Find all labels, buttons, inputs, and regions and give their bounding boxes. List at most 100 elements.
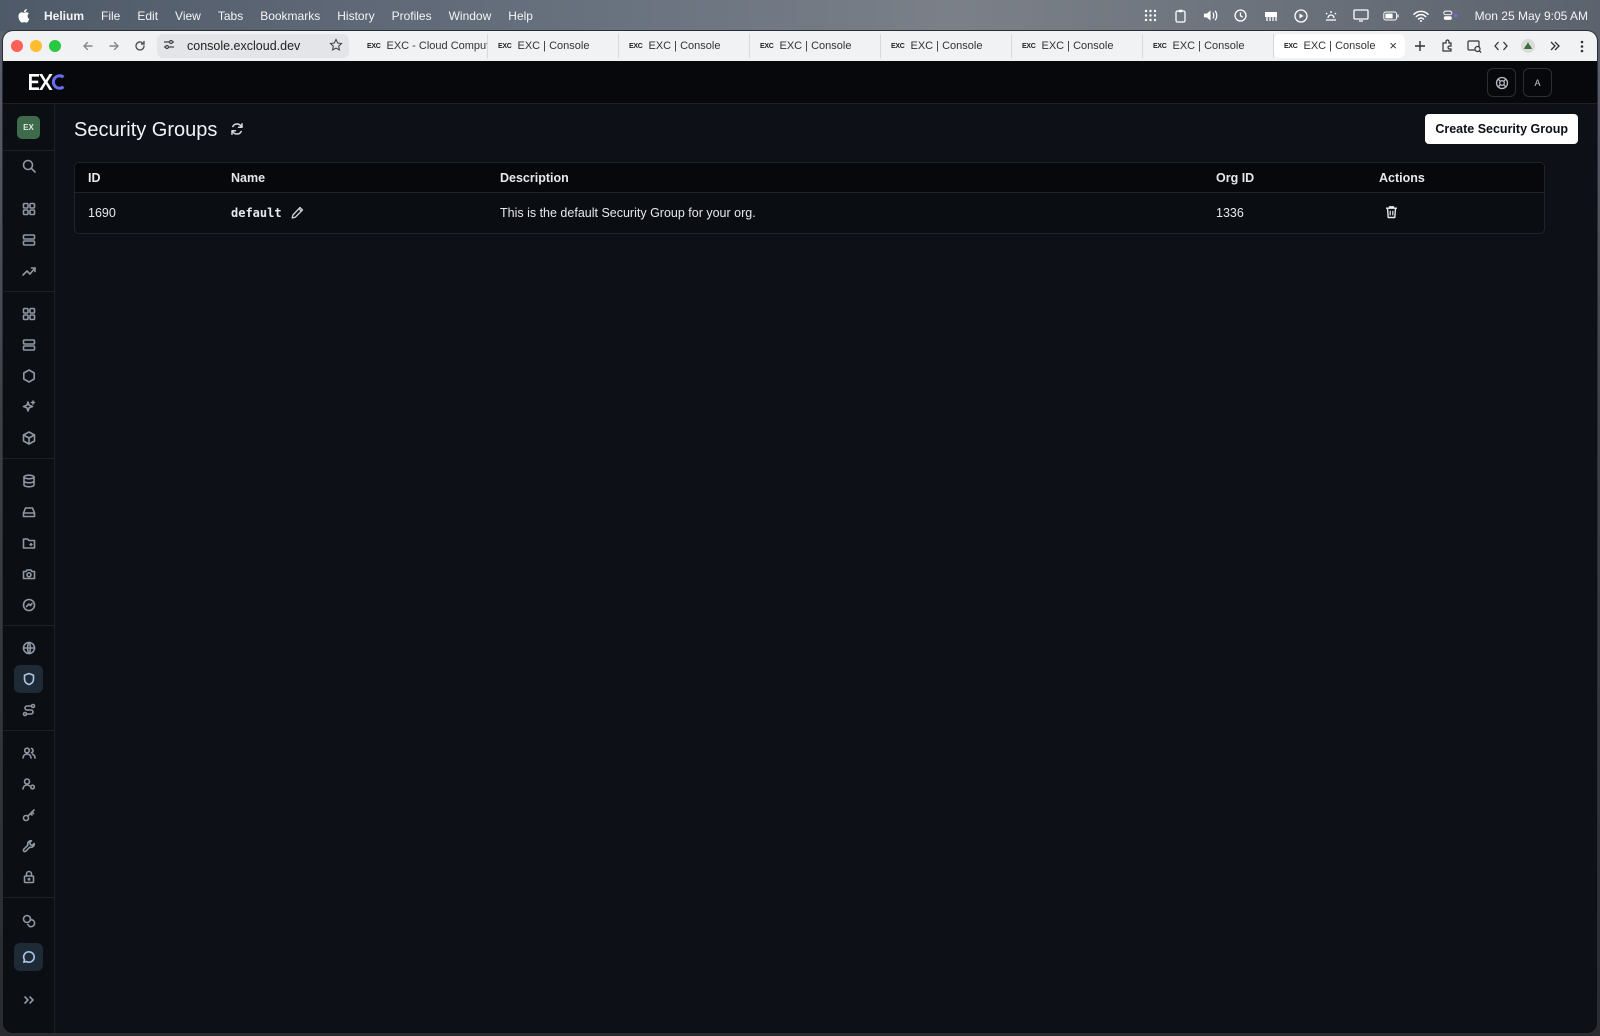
sidebar-item-databases[interactable] [14,467,43,495]
grid-icon[interactable] [1143,9,1159,23]
tab-close-icon[interactable]: × [1389,38,1397,53]
kebab-menu-icon[interactable] [1573,35,1591,57]
sidebar-item-routes[interactable] [14,696,43,724]
key-icon [22,809,35,822]
reload-icon[interactable] [129,35,151,57]
address-url[interactable]: console.excloud.dev [187,39,300,53]
column-header-description[interactable]: Description [500,171,569,185]
close-window-button[interactable] [11,40,23,52]
clock-icon[interactable] [1233,9,1249,23]
cell-name[interactable]: default [231,206,282,220]
zoom-window-button[interactable] [49,40,61,52]
trash-delete-icon[interactable] [1385,205,1399,220]
create-security-group-button[interactable]: Create Security Group [1425,114,1578,144]
sidebar-divider [3,458,55,459]
sidebar-item-billing[interactable] [14,907,43,935]
sidebar-item-chat[interactable] [14,943,43,971]
sidebar-item-networking[interactable] [14,634,43,662]
menubar-clock[interactable]: Mon 25 May 9:05 AM [1475,9,1588,23]
menu-view[interactable]: View [175,9,201,23]
sidebar-item-ssh-keys[interactable] [14,832,43,860]
browser-tab[interactable]: EXC EXC | Console [488,34,619,58]
sidebar-item-containers[interactable] [14,424,43,452]
browser-tab[interactable]: EXC EXC | Console [1012,34,1143,58]
browser-tab-active[interactable]: EXC EXC | Console × [1274,34,1405,58]
sidebar-item-dashboard[interactable] [14,195,43,223]
exc-favicon-icon: EXC [1022,42,1036,50]
sidebar-item-file-storage[interactable] [14,529,43,557]
sidebar-item-instances[interactable] [14,300,43,328]
exc-logo[interactable] [27,70,67,94]
sidebar-item-security-groups[interactable] [14,665,43,693]
minimize-window-button[interactable] [30,40,42,52]
column-header-name[interactable]: Name [231,171,265,185]
devtools-code-icon[interactable] [1492,35,1510,57]
menu-window[interactable]: Window [449,9,492,23]
menu-help[interactable]: Help [508,9,533,23]
sidebar-item-search[interactable] [14,152,43,180]
menu-tabs[interactable]: Tabs [218,9,243,23]
sidebar-item-storage[interactable] [14,498,43,526]
sidebar-item-secrets[interactable] [14,863,43,891]
sidebar-item-user-settings[interactable] [14,770,43,798]
sidebar-item-analytics[interactable] [14,257,43,285]
support-lifebuoy-icon[interactable] [1487,68,1516,97]
control-center-icon[interactable] [1442,9,1459,23]
browser-tab[interactable]: EXC EXC | Console [1143,34,1274,58]
site-settings-icon[interactable] [163,37,175,55]
sidebar-item-api-keys[interactable] [14,801,43,829]
refresh-icon[interactable] [230,122,246,138]
extensions-icon[interactable] [1438,35,1456,57]
browser-window: console.excloud.dev EXC EXC - Cloud Compu… [3,31,1597,1033]
sidebar-item-servers[interactable] [14,331,43,359]
browser-actions [1411,35,1591,57]
sidebar-item-ai[interactable] [14,393,43,421]
user-avatar[interactable]: A [1523,68,1552,97]
globe-icon [22,641,35,655]
browser-tab[interactable]: EXC EXC - Cloud Computi [357,34,488,58]
wrench-icon [22,839,35,853]
cell-description: This is the default Security Group for y… [500,206,756,220]
weather-icon[interactable] [1323,9,1339,23]
volume-icon[interactable] [1203,9,1219,23]
menu-history[interactable]: History [337,9,374,23]
column-header-id[interactable]: ID [88,171,101,185]
sidebar-item-team[interactable] [14,739,43,767]
exc-favicon-icon: EXC [367,42,381,50]
more-tabs-chevron-icon[interactable] [1546,35,1564,57]
profile-icon[interactable] [1519,35,1537,57]
address-bar[interactable]: console.excloud.dev [157,34,349,58]
browser-tab[interactable]: EXC EXC | Console [750,34,881,58]
pencil-edit-icon[interactable] [291,206,305,220]
tab-title: EXC - Cloud Computi [386,40,488,52]
menu-file[interactable]: File [101,9,120,23]
org-switcher-badge[interactable]: EX [17,116,40,139]
browser-tab[interactable]: EXC EXC | Console [881,34,1012,58]
sidebar-item-backups[interactable] [14,591,43,619]
menu-edit[interactable]: Edit [137,9,158,23]
clipboard-icon[interactable] [1173,9,1189,23]
browser-tab[interactable]: EXC EXC | Console [619,34,750,58]
table-row[interactable]: 1690 default This is the default Securit… [75,193,1544,233]
menu-profiles[interactable]: Profiles [392,9,432,23]
bookmark-star-icon[interactable] [329,38,345,54]
play-icon[interactable] [1293,8,1309,23]
sidebar-item-services[interactable] [14,226,43,254]
tab-title: EXC | Console [779,40,852,52]
back-arrow-icon[interactable] [77,35,99,57]
wifi-icon[interactable] [1412,9,1429,23]
memory-icon[interactable] [1263,9,1279,23]
sidebar-expand-button[interactable] [14,986,43,1014]
sidebar-item-snapshots[interactable] [14,560,43,588]
battery-icon[interactable] [1382,9,1399,23]
column-header-actions: Actions [1379,171,1425,185]
menu-bookmarks[interactable]: Bookmarks [260,9,320,23]
forward-arrow-icon[interactable] [103,35,125,57]
reading-list-icon[interactable] [1465,35,1483,57]
apple-icon[interactable] [16,9,30,23]
sidebar-item-clusters[interactable] [14,362,43,390]
display-icon[interactable] [1352,9,1369,23]
new-tab-plus-icon[interactable] [1411,35,1429,57]
column-header-org-id[interactable]: Org ID [1216,171,1254,185]
menu-app-name[interactable]: Helium [44,9,84,23]
